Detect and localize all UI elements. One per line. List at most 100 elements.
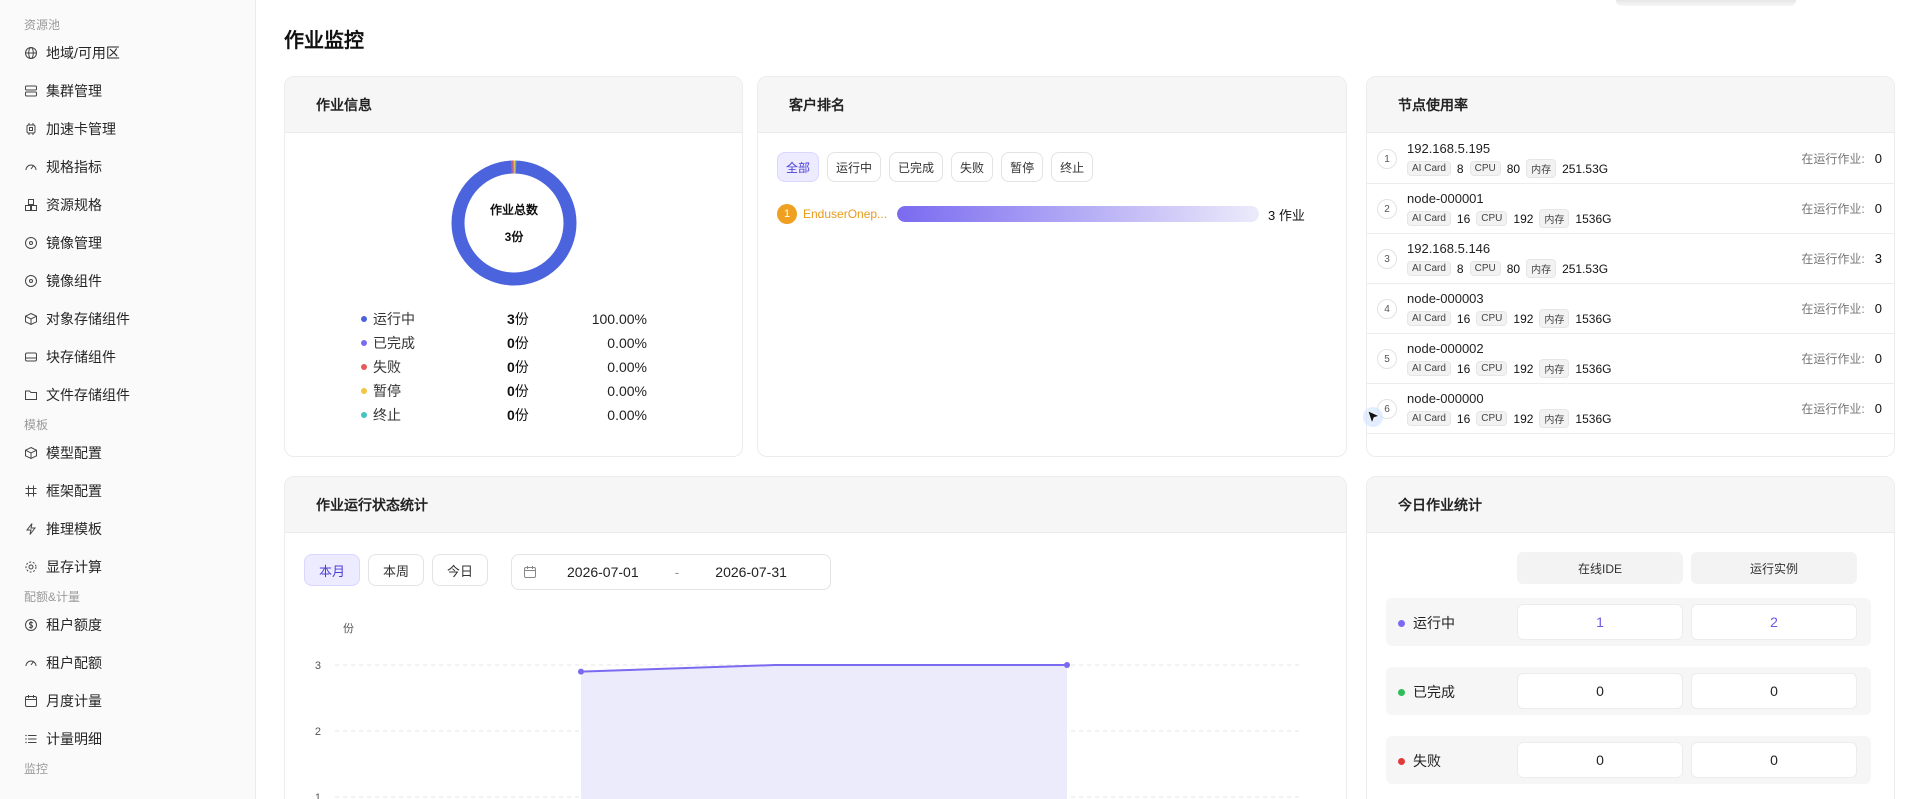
node-usage-title: 节点使用率 — [1367, 77, 1894, 133]
sidebar-item[interactable]: 资源规格 — [0, 186, 255, 224]
node-spec-value: 1536G — [1575, 211, 1612, 226]
node-spec-value: 16 — [1456, 211, 1471, 226]
node-running-value: 0 — [1874, 401, 1882, 416]
ranking-filter-chip[interactable]: 暂停 — [1001, 152, 1044, 182]
legend-row: 已完成 0份 0.00% — [361, 331, 661, 355]
sidebar-item-label: 推理模板 — [46, 521, 102, 537]
sidebar-item[interactable]: 推理模板 — [0, 510, 255, 548]
node-specs: AI Card 16 CPU 192 内存 1536G — [1407, 359, 1617, 378]
sidebar-item[interactable]: 加速卡管理 — [0, 110, 255, 148]
range-button[interactable]: 本月 — [304, 554, 361, 586]
rank-number-badge: 1 — [777, 204, 797, 224]
node-index: 1 — [1377, 149, 1397, 169]
legend-name: 失败 — [373, 359, 401, 375]
legend-name: 暂停 — [373, 383, 401, 399]
date-start[interactable]: 2026-07-01 — [567, 564, 639, 580]
sidebar-group-label: 监控 — [24, 762, 49, 776]
node-row[interactable]: 5 node-000002 AI Card 16 CPU 192 内存 1536G 在运行作业:… — [1367, 334, 1894, 384]
node-spec-value: 8 — [1456, 261, 1464, 276]
today-stats-cell[interactable]: 1 — [1517, 604, 1683, 640]
range-buttons: 本月 本周 今日 — [304, 554, 496, 586]
server-icon — [24, 84, 38, 98]
ranking-filter-chip[interactable]: 终止 — [1051, 152, 1094, 182]
today-stats-title: 今日作业统计 — [1367, 477, 1894, 533]
sidebar-item[interactable]: 文件存储组件 — [0, 376, 255, 414]
ranking-filter-chip[interactable]: 运行中 — [827, 152, 882, 182]
node-running-label: 在运行作业: — [1801, 202, 1865, 216]
sidebar-item[interactable]: 规格指标 — [0, 148, 255, 186]
today-stats-cell[interactable]: 0 — [1517, 673, 1683, 709]
status-dot — [1398, 757, 1405, 765]
today-stats-label-text: 运行中 — [1413, 615, 1455, 631]
sidebar-item-label: 集群管理 — [46, 83, 102, 99]
node-specs: AI Card 8 CPU 80 内存 251.53G — [1407, 259, 1614, 278]
today-stats-row: 运行中 1 2 — [1386, 598, 1871, 646]
top-tab-shadow — [1616, 0, 1796, 6]
node-spec-value: 16 — [1456, 411, 1471, 426]
ranking-filter-chip[interactable]: 已完成 — [889, 152, 944, 182]
sidebar-item[interactable]: 计量明细 — [0, 720, 255, 758]
node-spec-value: 1536G — [1575, 361, 1612, 376]
range-button[interactable]: 今日 — [432, 554, 489, 586]
ranking-row[interactable]: 1 EnduserOnep... 3 作业 — [777, 204, 1317, 224]
today-stats-cell[interactable]: 2 — [1691, 604, 1857, 640]
sidebar-item[interactable]: 显存计算 — [0, 548, 255, 586]
job-info-title: 作业信息 — [285, 77, 742, 133]
donut-total-label: 作业总数 — [489, 203, 538, 217]
sidebar-item[interactable]: 块存储组件 — [0, 338, 255, 376]
node-running-jobs: 在运行作业: 0 — [1801, 300, 1882, 317]
status-dot — [1398, 619, 1405, 627]
sidebar-item[interactable]: 地域/可用区 — [0, 34, 255, 72]
legend-count: 0份 — [507, 357, 567, 377]
rank-progress-fill — [897, 206, 1259, 222]
node-row[interactable]: 3 192.168.5.146 AI Card 8 CPU 80 内存 251.53G 在运行作… — [1367, 234, 1894, 284]
legend-dot — [361, 316, 367, 322]
box-icon — [24, 312, 38, 326]
gear-icon — [24, 560, 38, 574]
node-running-jobs: 在运行作业: 3 — [1801, 250, 1882, 267]
sidebar-item[interactable]: 镜像组件 — [0, 262, 255, 300]
legend-count-value: 0 — [507, 359, 515, 375]
sidebar-item[interactable]: 月度计量 — [0, 682, 255, 720]
node-row[interactable]: 1 192.168.5.195 AI Card 8 CPU 80 内存 251.53G 在运行作… — [1367, 134, 1894, 184]
ranking-filter-chip[interactable]: 失败 — [951, 152, 994, 182]
node-spec-value: 192 — [1513, 361, 1534, 376]
node-running-label: 在运行作业: — [1801, 302, 1865, 316]
chart-y-axis-label: 份 — [343, 622, 354, 635]
sidebar-item[interactable]: 模型配置 — [0, 434, 255, 472]
date-separator: - — [674, 564, 680, 580]
node-row[interactable]: 6 node-000000 AI Card 16 CPU 192 内存 1536G 在运行作业:… — [1367, 384, 1894, 434]
node-spec-tag: AI Card — [1407, 211, 1451, 226]
folder-icon — [24, 388, 38, 402]
node-specs: AI Card 16 CPU 192 内存 1536G — [1407, 309, 1617, 328]
hash-icon — [24, 484, 38, 498]
sidebar-item[interactable]: 镜像管理 — [0, 224, 255, 262]
sidebar-item[interactable]: 租户配额 — [0, 644, 255, 682]
globe-icon — [24, 46, 38, 60]
ranking-filter-chip[interactable]: 全部 — [777, 152, 820, 182]
today-stats-cell[interactable]: 0 — [1691, 673, 1857, 709]
date-end[interactable]: 2026-07-31 — [715, 564, 787, 580]
donut-total-value: 3份 — [504, 230, 524, 244]
today-stats-cell[interactable]: 0 — [1691, 742, 1857, 778]
run-status-line-chart: 份 1 2 3 — [315, 622, 1300, 799]
node-spec-value: 192 — [1513, 411, 1534, 426]
sidebar-item[interactable]: 对象存储组件 — [0, 300, 255, 338]
rank-progress-bar — [897, 206, 1259, 222]
legend-row: 暂停 0份 0.00% — [361, 379, 661, 403]
chart-y-tick-label: 3 — [315, 660, 321, 672]
node-row[interactable]: 4 node-000003 AI Card 16 CPU 192 内存 1536G 在运行作业:… — [1367, 284, 1894, 334]
date-range-picker[interactable]: 2026-07-01 - 2026-07-31 — [511, 554, 831, 590]
range-button[interactable]: 本周 — [368, 554, 425, 586]
sidebar-item[interactable]: 框架配置 — [0, 472, 255, 510]
today-stats-cell[interactable]: 0 — [1517, 742, 1683, 778]
sidebar-item[interactable]: 租户额度 — [0, 606, 255, 644]
node-spec-value: 16 — [1456, 361, 1471, 376]
sidebar-item[interactable]: 集群管理 — [0, 72, 255, 110]
legend-dot — [361, 364, 367, 370]
sidebar-item-label: 块存储组件 — [46, 349, 116, 365]
node-spec-tag: CPU — [1476, 311, 1508, 326]
sidebar-group-label: 资源池 — [24, 18, 61, 32]
sidebar-item-label: 模型配置 — [46, 445, 102, 461]
node-row[interactable]: 2 node-000001 AI Card 16 CPU 192 内存 1536G 在运行作业:… — [1367, 184, 1894, 234]
